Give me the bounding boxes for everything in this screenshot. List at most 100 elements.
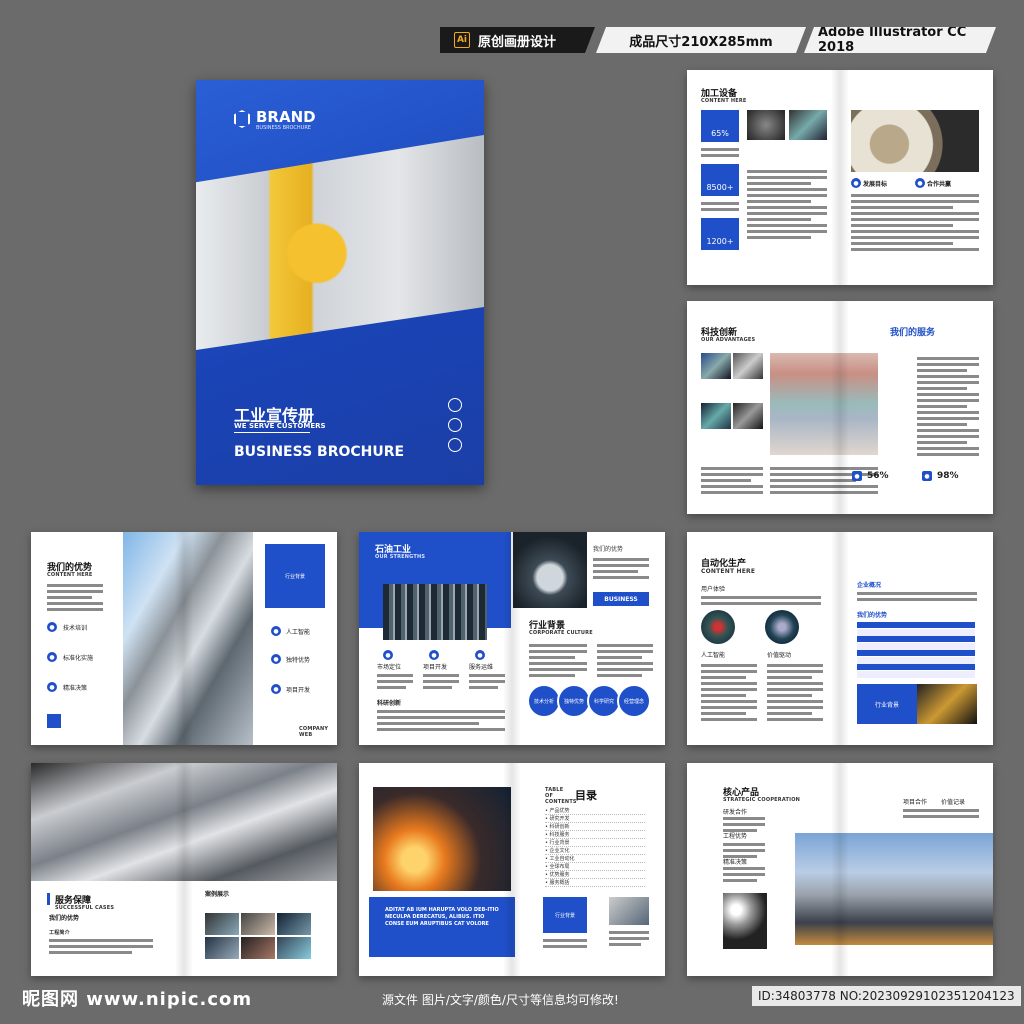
text-block — [767, 664, 823, 724]
value-photo — [765, 610, 799, 644]
goal-label: 发展目标 — [863, 181, 888, 188]
bg-sub: CORPORATE CULTURE — [529, 630, 593, 636]
spread-automation: 自动化生产 CONTENT HERE 用户体验 人工智能 价值驱动 企业概况 我… — [687, 532, 993, 745]
case-photo — [205, 913, 239, 935]
adv-label: 我们的优势 — [49, 915, 80, 922]
toc-item: • 企业文化 — [545, 847, 645, 855]
text-block — [723, 867, 765, 885]
cover-circle-icon-3 — [448, 438, 462, 452]
industry-box: 行业背景 — [265, 544, 325, 608]
robot-photo — [917, 684, 977, 724]
spread-our-advantages: 我们的优势 CONTENT HERE ● 技术培训 ● 标准化实施 ● 精准决策… — [31, 532, 337, 745]
case-photo — [277, 913, 311, 935]
pipes-photo — [723, 893, 767, 949]
circle-philosophy: 经营理念 — [617, 684, 651, 718]
project-icon: ● — [429, 650, 439, 660]
image-id: ID:34803778 NO:20230929102351204123 — [752, 986, 1021, 1006]
stat-box-2: 8500+ — [701, 164, 739, 196]
refinery-photo — [795, 833, 993, 945]
spread-core-products: 核心产品 STRATEGIC COOPERATION 项目合作 价值记录 研发合… — [687, 763, 993, 976]
stat-2: 98% — [937, 471, 959, 481]
training-icon: ● — [47, 622, 57, 632]
stat-icon-2: ● — [922, 471, 932, 481]
tech-photo — [733, 353, 763, 379]
brand-logo-icon — [234, 110, 250, 128]
brand-sub: BUSINESS BROCHURE — [256, 125, 311, 131]
spread-processing-equipment: 加工设备 CONTENT HERE 65% 8500+ 1200+ ● 发展目标… — [687, 70, 993, 285]
innov-label: 科研创新 — [377, 700, 402, 707]
service-icon: ● — [475, 650, 485, 660]
business-banner: BUSINESS — [593, 592, 649, 606]
accent-bar — [47, 893, 50, 905]
spread2-sub: OUR ADVANTAGES — [701, 337, 756, 343]
spread5-sub: CONTENT HERE — [701, 568, 756, 575]
text-block — [47, 584, 103, 614]
tech-photo — [733, 403, 763, 429]
case-photo — [205, 937, 239, 959]
ai-icon: ● — [271, 626, 281, 636]
latin-text: ADITAT AB IUM HARUPTA VOLO DEB-ITIO NECU… — [385, 907, 499, 927]
ai-label: 人工智能 — [701, 652, 726, 659]
small-label: 工程简介 — [49, 930, 70, 936]
toc-item: • 产品优势 — [545, 807, 645, 815]
case-photo — [241, 913, 275, 935]
machine-photo — [789, 110, 827, 140]
tech-photo — [701, 403, 731, 429]
item-service: 服务运维 — [469, 664, 494, 671]
case-photo — [277, 937, 311, 959]
stat-box-1: 65% — [701, 110, 739, 142]
text-block — [917, 357, 979, 459]
gear-icon — [47, 714, 61, 728]
engine-photo — [31, 763, 337, 881]
text-block — [701, 664, 757, 724]
banner-software: Adobe Illustrator CC 2018 — [818, 25, 967, 55]
adv-label: 我们的优势 — [593, 546, 624, 553]
item-project: 项目开发 — [423, 664, 448, 671]
cover-title-en: BUSINESS BROCHURE — [234, 444, 405, 460]
industry-box: 行业背景 — [857, 684, 917, 724]
text-block — [377, 674, 413, 692]
toc-item: • 研究开发 — [545, 815, 645, 823]
stat-box-3: 1200+ — [701, 218, 739, 250]
circle-tech-analysis: 技术分析 — [527, 684, 561, 718]
text-block — [701, 202, 739, 214]
pipeline-photo — [123, 532, 253, 745]
circle-unique-advantage: 独特优势 — [557, 684, 591, 718]
banner-title: 原创画册设计 — [478, 34, 557, 50]
project-icon: ● — [271, 684, 281, 694]
spread-petroleum-industry: 石油工业 OUR STRENGTHS ● 市场定位 ● 项目开发 ● 服务运维 … — [359, 532, 665, 745]
spread-service-guarantee: 服务保障 SUCCESSFUL CASES 我们的优势 工程简介 案例展示 — [31, 763, 337, 976]
data-table — [857, 622, 975, 678]
cover-subtitle: WE SERVE CUSTOMERS — [234, 422, 326, 430]
text-block — [609, 931, 649, 949]
right-item-2: 独特优势 — [286, 657, 311, 664]
item-market: 市场定位 — [377, 664, 402, 671]
decision-icon: ● — [47, 682, 57, 692]
label-c: 研发合作 — [723, 809, 748, 816]
machine-photo — [747, 110, 785, 140]
text-block — [543, 939, 587, 951]
spread4-sub: OUR STRENGTHS — [375, 554, 426, 560]
text-block — [851, 194, 979, 254]
site-watermark: 昵图网 www.nipic.com — [22, 989, 253, 1010]
toc-item: • 科研创新 — [545, 823, 645, 831]
right-item-1: 人工智能 — [286, 629, 311, 636]
sunset-worker-photo — [373, 787, 511, 891]
text-block — [423, 674, 459, 692]
text-block — [857, 592, 977, 604]
warehouse-photo — [770, 353, 878, 455]
text-block — [529, 644, 587, 680]
toc-item: • 全球布局 — [545, 863, 645, 871]
banner-title-tag: Ai 原创画册设计 — [440, 27, 595, 53]
toc-title: 目录 — [575, 789, 597, 802]
market-icon: ● — [383, 650, 393, 660]
ai-photo — [701, 610, 735, 644]
spread-tech-innovation: 科技创新 OUR ADVANTAGES 我们的服务 ● 56% ● 98% — [687, 301, 993, 514]
spread6-sub: SUCCESSFUL CASES — [55, 905, 115, 911]
text-block — [701, 596, 821, 608]
text-block — [49, 939, 153, 957]
star-icon: ● — [271, 654, 281, 664]
brand-name: BRAND — [256, 108, 316, 126]
adv-item-3: 精准决策 — [63, 685, 88, 692]
stat-icon-1: ● — [852, 471, 862, 481]
